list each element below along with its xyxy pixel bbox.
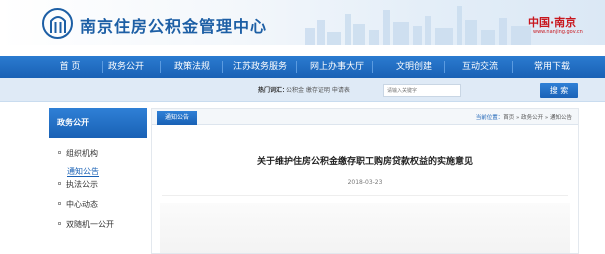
nav-jiangsu-services[interactable]: 江苏政务服务 [228, 56, 292, 78]
bullet-icon [58, 182, 61, 185]
nav-civilization[interactable]: 文明创建 [382, 56, 446, 78]
nav-divider [512, 61, 513, 73]
breadcrumb-separator: » [543, 115, 550, 121]
article-panel: 通知公告 当前位置：首页 » 政务公开 » 通知公告 关于维护住房公积金缴存职工… [151, 108, 579, 254]
nav-divider [372, 61, 373, 73]
nav-online-hall[interactable]: 网上办事大厅 [305, 56, 369, 78]
sidebar-heading: 政务公开 [49, 108, 147, 138]
article-title: 关于维护住房公积金缴存职工购房贷款权益的实施意见 [256, 157, 473, 167]
search-button[interactable]: 搜 索 [540, 83, 578, 98]
breadcrumb-section-link[interactable]: 政务公开 [521, 115, 543, 121]
nav-gov-affairs[interactable]: 政务公开 [94, 56, 158, 78]
search-input[interactable] [383, 84, 461, 97]
sidebar-item-label: 双随机一公开 [66, 220, 114, 229]
bullet-icon [58, 151, 61, 154]
bullet-icon [58, 202, 61, 205]
site-title[interactable]: 南京住房公积金管理中心 [80, 13, 267, 37]
city-skyline-banner [305, 6, 531, 45]
nav-divider [296, 61, 297, 73]
sidebar-item-label: 执法公示 [66, 180, 98, 189]
sidebar-item-random-inspection[interactable]: 双随机一公开 [49, 217, 147, 232]
sidebar-item-center-news[interactable]: 中心动态 [49, 197, 147, 212]
tab-notices[interactable]: 通知公告 [157, 111, 197, 125]
sidebar-item-label: 中心动态 [66, 200, 98, 209]
sidebar-item-label: 通知公告 [67, 167, 99, 177]
nav-downloads[interactable]: 常用下载 [520, 56, 584, 78]
article-divider [162, 195, 568, 196]
nav-home[interactable]: 首 页 [38, 56, 102, 78]
sidebar-item-organization[interactable]: 组织机构 [49, 146, 147, 161]
bullet-icon [58, 222, 61, 225]
nav-interaction[interactable]: 互动交流 [448, 56, 512, 78]
nav-policies[interactable]: 政策法规 [160, 56, 224, 78]
site-header: 南京住房公积金管理中心 中国·南京 www.nanjing.gov.cn [0, 0, 605, 45]
main-nav: 首 页 政务公开 政策法规 江苏政务服务 网上办事大厅 文明创建 互动交流 常用… [0, 56, 605, 78]
nav-divider [222, 61, 223, 73]
breadcrumb: 当前位置：首页 » 政务公开 » 通知公告 [476, 113, 572, 121]
search-bar: 热门词汇： 公积金 缴存证明 申请表 搜 索 [0, 78, 605, 102]
panel-tabbar: 通知公告 当前位置：首页 » 政务公开 » 通知公告 [152, 109, 578, 125]
article-date: 2018-03-23 [347, 179, 383, 186]
sidebar: 政务公开 组织机构 通知公告 执法公示 中心动态 双随机一公开 [49, 108, 147, 254]
hot-words-label: 热门词汇： [258, 87, 289, 94]
sidebar-item-label: 组织机构 [66, 149, 98, 158]
sidebar-item-enforcement[interactable]: 执法公示 [49, 177, 147, 192]
article-body [160, 203, 570, 253]
breadcrumb-label: 当前位置： [475, 115, 504, 121]
breadcrumb-home-link[interactable]: 首页 [503, 115, 514, 121]
hot-words-links[interactable]: 公积金 缴存证明 申请表 [286, 85, 350, 94]
breadcrumb-current-link[interactable]: 通知公告 [550, 115, 572, 121]
site-logo-icon[interactable] [42, 8, 73, 39]
nanjing-portal-logo[interactable]: 中国·南京 [528, 14, 576, 30]
nanjing-portal-url: www.nanjing.gov.cn [533, 29, 583, 35]
nav-divider [444, 61, 445, 73]
